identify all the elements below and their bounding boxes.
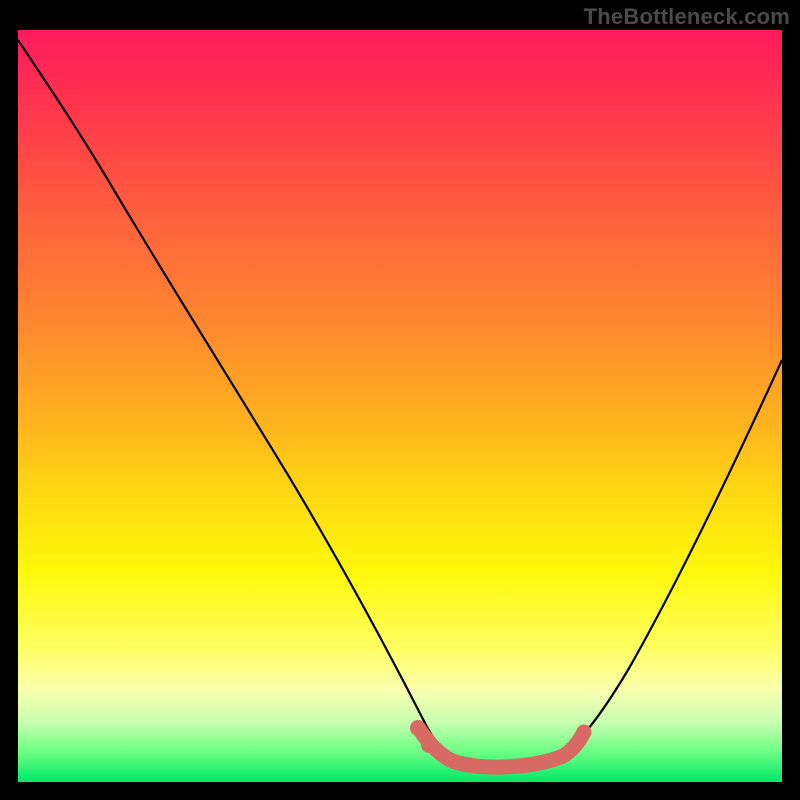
watermark-text: TheBottleneck.com bbox=[584, 4, 790, 30]
highlight-dot-1 bbox=[410, 720, 426, 736]
bottleneck-curve bbox=[18, 40, 782, 768]
curve-svg bbox=[18, 30, 782, 782]
stage: TheBottleneck.com bbox=[0, 0, 800, 800]
highlight-dot-2 bbox=[421, 737, 437, 753]
trough-highlight bbox=[420, 730, 584, 767]
gradient-plot-area bbox=[18, 30, 782, 782]
